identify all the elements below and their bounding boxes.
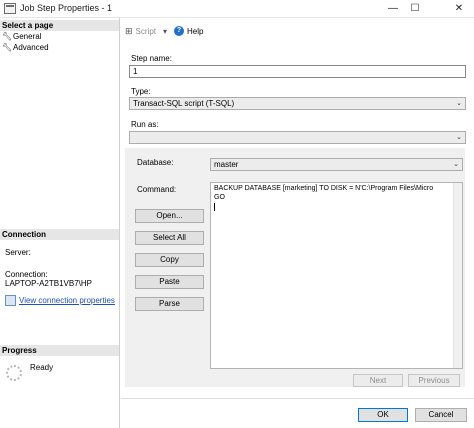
script-button[interactable]: ⊞ Script ▾ <box>125 26 167 37</box>
paste-button[interactable]: Paste <box>135 275 204 289</box>
command-line: GO <box>214 194 225 201</box>
previous-button[interactable]: Previous <box>408 374 460 387</box>
text-cursor <box>214 203 215 211</box>
server-label: Server: <box>5 248 31 257</box>
window-icon <box>4 3 16 14</box>
chevron-down-icon: ⌄ <box>456 100 462 107</box>
run-as-label: Run as: <box>131 120 159 129</box>
left-pane: Select a page 🔧︎General 🔧︎Advanced Conne… <box>0 18 120 428</box>
help-button[interactable]: ? Help <box>174 26 203 36</box>
page-item-advanced[interactable]: 🔧︎Advanced <box>2 43 49 52</box>
editor-scrollbar[interactable] <box>453 183 462 368</box>
connection-value: LAPTOP-A2TB1VB7\HP <box>5 279 92 288</box>
divider <box>121 398 474 399</box>
connection-header: Connection <box>0 229 119 240</box>
connection-label: Connection: <box>5 270 48 279</box>
command-line: BACKUP DATABASE [marketing] TO DISK = N'… <box>214 185 434 192</box>
progress-spinner-icon <box>6 365 22 381</box>
title-bar: Job Step Properties - 1 — ☐ ✕ <box>0 0 474 18</box>
view-connection-properties[interactable]: View connection properties <box>5 295 115 306</box>
run-as-select[interactable]: ⌄ <box>129 131 466 144</box>
wrench-icon: 🔧︎ <box>2 43 13 52</box>
maximize-button[interactable]: ☐ <box>404 0 426 18</box>
select-page-header: Select a page <box>0 20 119 31</box>
chevron-down-icon: ▾ <box>163 27 168 36</box>
next-button[interactable]: Next <box>353 374 403 387</box>
progress-status: Ready <box>30 363 54 372</box>
type-select[interactable]: Transact-SQL script (T-SQL) ⌄ <box>129 97 466 110</box>
toolbar: ⊞ Script ▾ ? Help <box>121 22 474 40</box>
type-label: Type: <box>131 87 151 96</box>
ok-button[interactable]: OK <box>358 408 408 422</box>
select-all-button[interactable]: Select All <box>135 231 204 245</box>
command-label: Command: <box>137 185 177 194</box>
chevron-down-icon: ⌄ <box>453 161 459 168</box>
cancel-button[interactable]: Cancel <box>415 408 467 422</box>
copy-button[interactable]: Copy <box>135 253 204 267</box>
open-button[interactable]: Open... <box>135 209 204 223</box>
close-button[interactable]: ✕ <box>448 0 470 18</box>
window-title: Job Step Properties - 1 <box>20 3 113 13</box>
database-select[interactable]: master ⌄ <box>210 158 463 171</box>
minimize-button[interactable]: — <box>382 0 404 18</box>
step-name-label: Step name: <box>131 54 172 63</box>
help-icon: ? <box>174 26 184 36</box>
command-editor[interactable]: BACKUP DATABASE [marketing] TO DISK = N'… <box>210 182 463 369</box>
progress-header: Progress <box>0 345 119 356</box>
database-label: Database: <box>137 158 174 167</box>
step-name-input[interactable]: 1 <box>129 65 466 78</box>
script-icon: ⊞ <box>125 26 133 36</box>
parse-button[interactable]: Parse <box>135 297 204 311</box>
chevron-down-icon: ⌄ <box>456 134 462 141</box>
page-item-general[interactable]: 🔧︎General <box>2 32 41 41</box>
properties-icon <box>5 295 16 306</box>
wrench-icon: 🔧︎ <box>2 32 13 41</box>
